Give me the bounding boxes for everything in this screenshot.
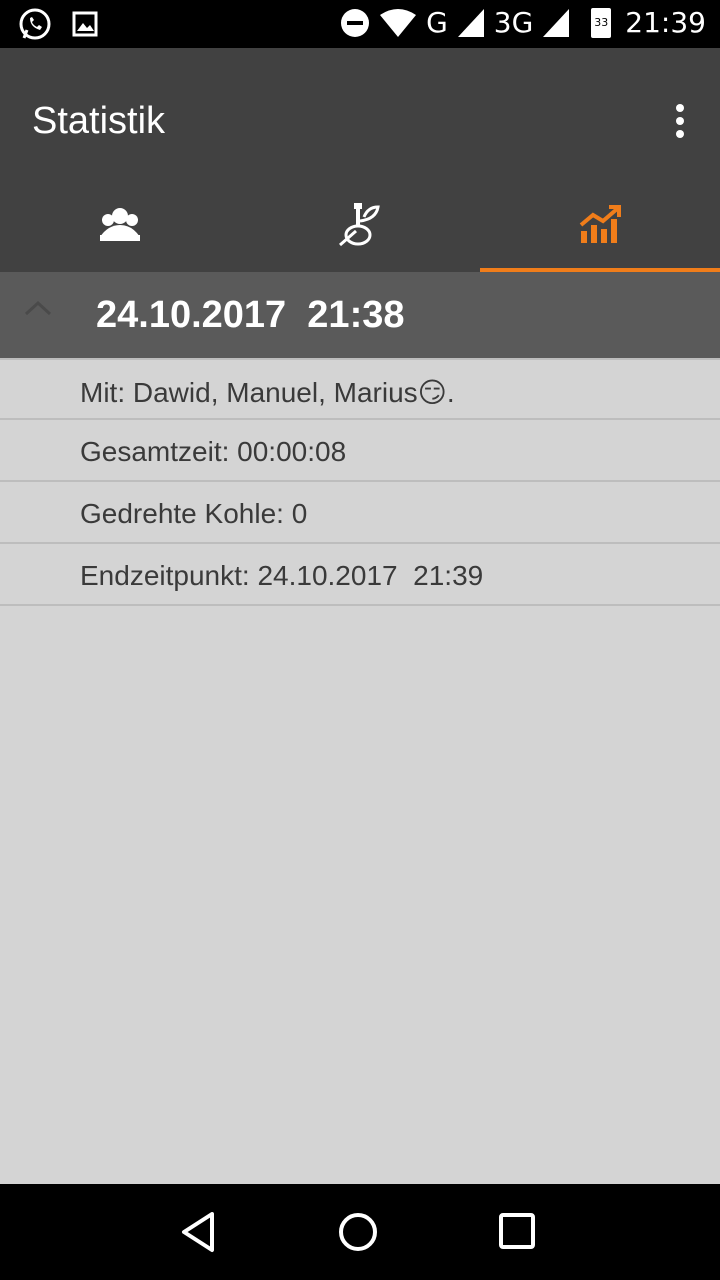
battery-level: 33: [594, 15, 609, 29]
do-not-disturb-icon: [341, 8, 370, 37]
statistics-chart-icon: [579, 205, 621, 243]
whatsapp-icon: [19, 8, 51, 40]
recents-icon[interactable]: [498, 1212, 536, 1250]
tab-bar: [0, 176, 720, 272]
status-indicators: G 3G 33 21:39: [340, 6, 706, 39]
chevron-up-icon[interactable]: [24, 300, 52, 316]
signal-icon-2: [543, 8, 570, 37]
network-type-1: G: [426, 6, 448, 39]
tab-hookah[interactable]: [240, 176, 480, 272]
status-bar: G 3G 33 21:39: [0, 0, 720, 48]
navigation-bar: [0, 1184, 720, 1280]
back-icon[interactable]: [178, 1210, 216, 1254]
session-details-list: Mit: Dawid, Manuel, Marius😏. Gesamtzeit:…: [0, 358, 720, 606]
coal-count-text: Gedrehte Kohle: 0: [80, 498, 308, 529]
session-group-header[interactable]: 24.10.2017 21:38: [0, 272, 720, 358]
network-type-2: 3G: [493, 6, 534, 39]
overflow-menu-icon[interactable]: [674, 104, 686, 138]
session-datetime: 24.10.2017 21:38: [96, 294, 405, 336]
list-item: Mit: Dawid, Manuel, Marius😏.: [0, 358, 720, 420]
hookah-icon: [339, 203, 380, 247]
participants-text: Mit: Dawid, Manuel, Marius😏.: [80, 377, 455, 408]
end-time-text: Endzeitpunkt: 24.10.2017 21:39: [80, 560, 484, 591]
status-notifications: [18, 7, 98, 41]
app-bar: Statistik: [0, 48, 720, 272]
battery-icon: 33: [591, 7, 612, 38]
signal-icon: [457, 8, 484, 37]
wifi-icon: [380, 8, 417, 37]
home-icon[interactable]: [336, 1210, 380, 1254]
tab-people[interactable]: [0, 176, 240, 272]
total-time-text: Gesamtzeit: 00:00:08: [80, 436, 347, 467]
people-icon: [100, 208, 140, 241]
list-item: Endzeitpunkt: 24.10.2017 21:39: [0, 544, 720, 606]
list-item: Gesamtzeit: 00:00:08: [0, 420, 720, 482]
tab-statistics[interactable]: [480, 176, 720, 272]
list-item: Gedrehte Kohle: 0: [0, 482, 720, 544]
page-title: Statistik: [32, 100, 166, 142]
clock: 21:39: [625, 6, 706, 39]
gallery-icon: [72, 11, 98, 37]
